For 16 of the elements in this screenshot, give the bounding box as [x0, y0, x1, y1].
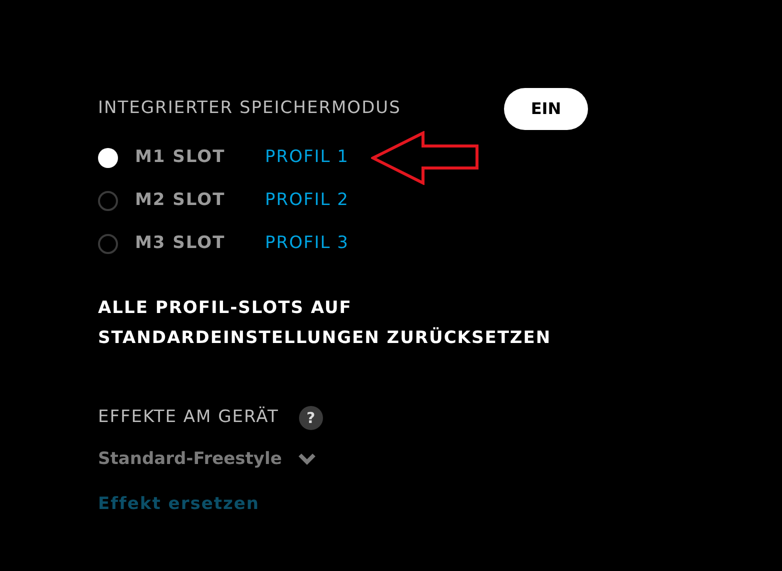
- toggle-button[interactable]: EIN: [504, 88, 588, 130]
- radio-button[interactable]: [98, 190, 118, 210]
- section-heading: EFFEKTE AM GERÄT: [98, 406, 279, 429]
- radio-button[interactable]: [98, 148, 118, 168]
- radio-button[interactable]: [98, 234, 118, 254]
- slot-label: M2 SLOT: [135, 188, 226, 212]
- effect-dropdown[interactable]: Standard-Freestyle: [98, 446, 316, 472]
- slot-label: M1 SLOT: [135, 146, 226, 169]
- profile-link[interactable]: PROFIL 3: [265, 230, 349, 256]
- help-icon[interactable]: ?: [298, 406, 323, 430]
- profile-link[interactable]: PROFIL 1: [265, 144, 349, 170]
- chevron-down-icon: [298, 453, 316, 466]
- slot-label: M3 SLOT: [135, 232, 226, 255]
- section-heading: INTEGRIERTER SPEICHERMODUS: [98, 97, 402, 120]
- profile-link[interactable]: PROFIL 2: [265, 188, 349, 214]
- reset-link[interactable]: ALLE PROFIL-SLOTS AUF STANDARDEINSTELLUNGEN ZURÜCKSETZEN: [98, 293, 638, 353]
